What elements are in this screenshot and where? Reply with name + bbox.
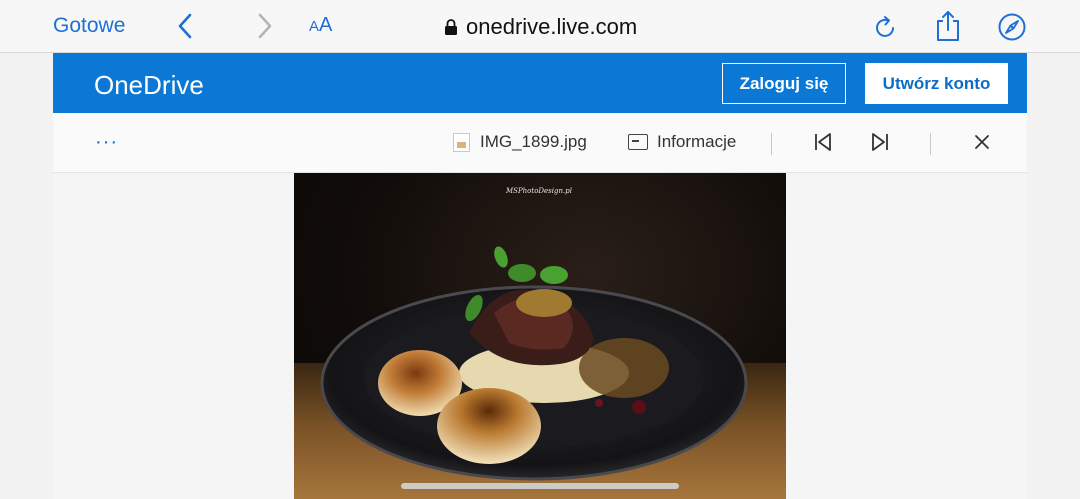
onedrive-header: OneDrive Zaloguj się Utwórz konto (53, 53, 1027, 113)
reload-icon[interactable] (873, 13, 899, 41)
viewer-content: MSPhotoDesign.pl (53, 173, 1027, 499)
photo-preview[interactable]: MSPhotoDesign.pl (294, 173, 786, 499)
file-title: IMG_1899.jpg (453, 132, 587, 152)
text-size-button[interactable]: AA (309, 14, 332, 37)
compass-icon[interactable] (997, 12, 1027, 42)
info-button[interactable]: Informacje (628, 132, 736, 152)
forward-icon[interactable] (250, 10, 278, 42)
back-icon[interactable] (172, 10, 200, 42)
address-bar[interactable]: onedrive.live.com (444, 12, 637, 42)
url-text: onedrive.live.com (466, 14, 638, 39)
info-panel-icon (628, 134, 648, 150)
create-account-button[interactable]: Utwórz konto (865, 63, 1008, 104)
share-icon[interactable] (934, 9, 962, 43)
toolbar-divider (930, 133, 931, 155)
brand-title[interactable]: OneDrive (94, 70, 204, 101)
next-icon[interactable] (868, 131, 892, 153)
lock-icon (445, 19, 457, 35)
toolbar-divider (771, 133, 772, 155)
close-icon[interactable] (971, 131, 993, 153)
file-name: IMG_1899.jpg (480, 132, 587, 151)
viewer-toolbar: ··· IMG_1899.jpg Informacje (53, 113, 1027, 173)
photo-food-illustration (320, 246, 748, 481)
previous-icon[interactable] (811, 131, 835, 153)
more-options-button[interactable]: ··· (95, 131, 118, 154)
browser-toolbar: Gotowe AA onedrive.live.com (0, 0, 1080, 53)
home-indicator[interactable] (401, 483, 679, 489)
signin-button[interactable]: Zaloguj się (722, 63, 846, 104)
page: Gotowe AA onedrive.live.com OneDrive Zal… (0, 0, 1080, 499)
text-size-small-glyph: A (309, 18, 320, 35)
image-file-icon (453, 132, 470, 152)
text-size-large-glyph: A (319, 14, 333, 36)
info-label: Informacje (657, 132, 737, 151)
done-button[interactable]: Gotowe (53, 14, 125, 38)
